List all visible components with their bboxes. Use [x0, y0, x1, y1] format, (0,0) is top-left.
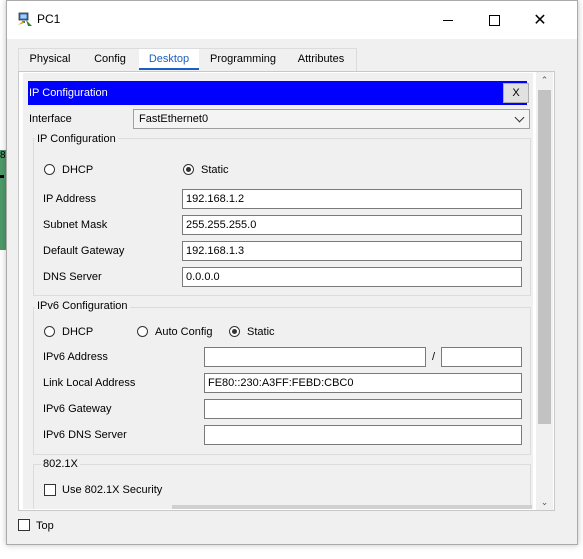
ipv6-prefix-field[interactable] [441, 347, 522, 367]
minimize-icon [443, 19, 453, 21]
ipv6-dns-server-field[interactable] [204, 425, 522, 445]
panel-header: IP Configuration X [28, 81, 529, 105]
ipv4-dhcp-radio[interactable] [44, 164, 55, 175]
pc-app-icon [18, 12, 32, 26]
ip-address-field[interactable]: 192.168.1.2 [182, 189, 522, 209]
ip-configuration-panel: IP Configuration X Interface FastEtherne… [23, 73, 533, 509]
ipv6-auto-config-label: Auto Config [155, 326, 213, 338]
ipv6-gateway-label: IPv6 Gateway [43, 403, 112, 415]
maximize-button[interactable] [471, 1, 517, 39]
ipv6-address-field[interactable] [204, 347, 426, 367]
interface-select-value: FastEthernet0 [139, 113, 209, 125]
tab-config[interactable]: Config [85, 49, 135, 70]
subnet-mask-field[interactable]: 255.255.255.0 [182, 215, 522, 235]
ipv4-group-title: IP Configuration [35, 133, 118, 145]
ipv6-dns-server-label: IPv6 DNS Server [43, 429, 127, 441]
use-8021x-checkbox[interactable] [44, 484, 56, 496]
link-local-address-label: Link Local Address [43, 377, 136, 389]
interface-select[interactable]: FastEthernet0 [133, 109, 530, 129]
horizontal-scrollbar[interactable] [172, 505, 532, 509]
ipv6-auto-config-radio[interactable] [137, 326, 148, 337]
dns-server-label: DNS Server [43, 271, 102, 283]
ipv6-group-title: IPv6 Configuration [35, 300, 130, 312]
scroll-up-icon[interactable]: ⌃ [538, 73, 551, 87]
ipv4-dhcp-label: DHCP [62, 164, 94, 176]
close-window-button[interactable]: ✕ [517, 1, 563, 39]
default-gateway-field[interactable]: 192.168.1.3 [182, 241, 522, 261]
tab-bar: Physical Config Desktop Programming Attr… [18, 49, 578, 70]
tab-attributes[interactable]: Attributes [289, 49, 353, 70]
minimize-button[interactable] [425, 1, 471, 39]
scroll-down-icon[interactable]: ⌄ [538, 495, 551, 509]
prefix-separator: / [432, 351, 436, 363]
ip-address-label: IP Address [43, 193, 96, 205]
ipv6-dhcp-label: DHCP [62, 326, 94, 338]
link-local-address-field[interactable]: FE80::230:A3FF:FEBD:CBC0 [204, 373, 522, 393]
tab-desktop[interactable]: Desktop [139, 49, 199, 70]
ipv6-address-label: IPv6 Address [43, 351, 108, 363]
use-8021x-label: Use 802.1X Security [62, 484, 163, 496]
maximize-icon [488, 14, 500, 26]
subnet-mask-label: Subnet Mask [43, 219, 108, 231]
tab-physical[interactable]: Physical [19, 49, 81, 70]
pc1-window: PC1 ✕ Physical Config Desktop Programmin… [6, 0, 578, 545]
dns-server-field[interactable]: 0.0.0.0 [182, 267, 522, 287]
background-app-mark [0, 175, 4, 178]
default-gateway-label: Default Gateway [43, 245, 125, 257]
title-bar[interactable]: PC1 ✕ [7, 1, 577, 39]
vertical-scroll-thumb[interactable] [538, 90, 551, 424]
ipv4-static-label: Static [201, 164, 229, 176]
chevron-down-icon [514, 112, 525, 123]
ipv6-static-label: Static [247, 326, 275, 338]
ipv6-gateway-field[interactable] [204, 399, 522, 419]
ipv6-dhcp-radio[interactable] [44, 326, 55, 337]
tab-programming[interactable]: Programming [203, 49, 283, 70]
panel-title: IP Configuration [29, 87, 108, 99]
panel-close-button[interactable]: X [503, 83, 529, 103]
window-title: PC1 [37, 12, 61, 26]
dot1x-group-title: 802.1X [41, 458, 80, 470]
ipv4-static-radio[interactable] [183, 164, 194, 175]
ipv6-static-radio[interactable] [229, 326, 240, 337]
interface-label: Interface [29, 113, 72, 125]
top-checkbox[interactable] [18, 519, 30, 531]
top-label: Top [36, 520, 54, 532]
background-app-text: 8 [0, 150, 6, 161]
close-icon: ✕ [533, 12, 547, 29]
